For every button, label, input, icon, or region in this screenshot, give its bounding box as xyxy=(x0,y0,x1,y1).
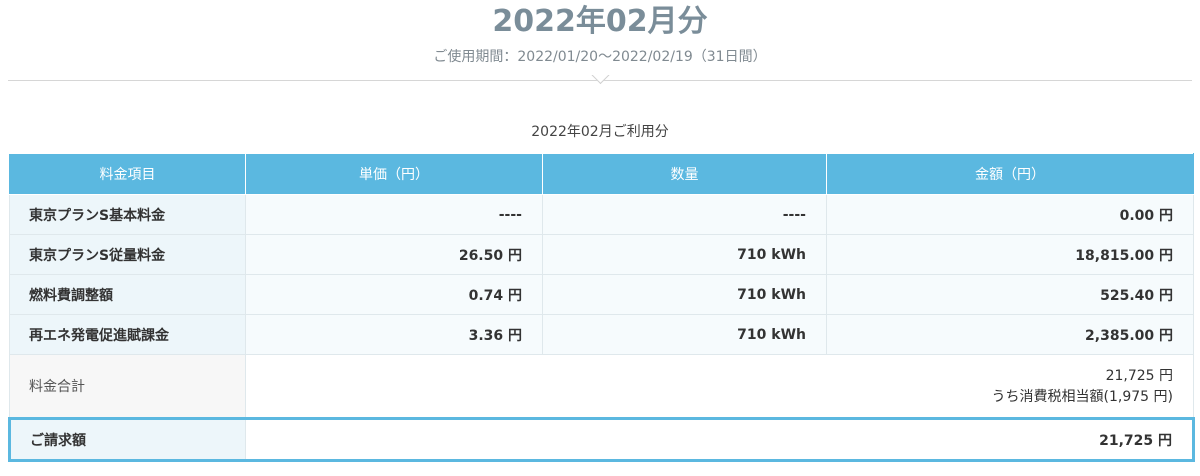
billed-row: ご請求額 21,725 円 xyxy=(8,417,1195,462)
billed-label: ご請求額 xyxy=(8,417,246,462)
row-unit-price: ---- xyxy=(245,194,543,235)
row-item: 再エネ発電促進賦課金 xyxy=(9,314,246,355)
row-quantity: 710 kWh xyxy=(542,314,827,355)
row-unit-price: 26.50 円 xyxy=(245,234,543,275)
divider-notch-icon xyxy=(589,75,611,97)
billed-amount: 21,725 円 xyxy=(245,417,1195,462)
total-amount-cell: 21,725 円 うち消費税相当額(1,975 円) xyxy=(245,354,1194,419)
table-row: 東京プランS従量料金 26.50 円 710 kWh 18,815.00 円 xyxy=(9,234,1194,275)
row-quantity: 710 kWh xyxy=(542,274,827,315)
header-amount: 金額（円） xyxy=(826,153,1194,195)
header-item: 料金項目 xyxy=(9,153,246,195)
table-caption: 2022年02月ご利用分 xyxy=(531,124,669,140)
table-row: 東京プランS基本料金 ---- ---- 0.00 円 xyxy=(9,194,1194,235)
total-row: 料金合計 21,725 円 うち消費税相当額(1,975 円) xyxy=(9,354,1194,419)
row-item: 東京プランS基本料金 xyxy=(9,194,246,235)
usage-period: ご使用期間：2022/01/20～2022/02/19（31日間） xyxy=(433,49,767,65)
row-item: 燃料費調整額 xyxy=(9,274,246,315)
row-quantity: 710 kWh xyxy=(542,234,827,275)
total-label: 料金合計 xyxy=(9,354,246,419)
row-unit-price: 0.74 円 xyxy=(245,274,543,315)
page-title: 2022年02月分 xyxy=(492,4,708,39)
total-amount: 21,725 円 xyxy=(1105,368,1173,384)
row-item: 東京プランS従量料金 xyxy=(9,234,246,275)
row-amount: 525.40 円 xyxy=(826,274,1194,315)
row-unit-price: 3.36 円 xyxy=(245,314,543,355)
billing-table: 料金項目 単価（円） 数量 金額（円） 東京プランS基本料金 ---- ----… xyxy=(8,153,1195,462)
header-unit-price: 単価（円） xyxy=(245,153,543,195)
row-amount: 2,385.00 円 xyxy=(826,314,1194,355)
header-quantity: 数量 xyxy=(542,153,827,195)
table-header-row: 料金項目 単価（円） 数量 金額（円） xyxy=(9,153,1194,195)
table-row: 再エネ発電促進賦課金 3.36 円 710 kWh 2,385.00 円 xyxy=(9,314,1194,355)
row-quantity: ---- xyxy=(542,194,827,235)
tax-note: うち消費税相当額(1,975 円) xyxy=(991,389,1173,405)
row-amount: 18,815.00 円 xyxy=(826,234,1194,275)
row-amount: 0.00 円 xyxy=(826,194,1194,235)
table-row: 燃料費調整額 0.74 円 710 kWh 525.40 円 xyxy=(9,274,1194,315)
